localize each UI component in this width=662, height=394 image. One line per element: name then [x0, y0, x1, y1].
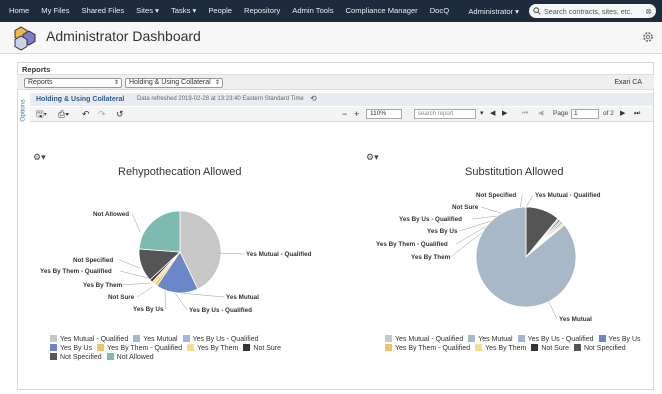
legend-label: Yes Mutual [143, 336, 178, 343]
pie-leader-line [218, 252, 245, 255]
pie-label-yes-by-us-qualified: Yes By Us - Qualified [189, 307, 252, 314]
pie-label-not-allowed: Not Allowed [93, 211, 129, 218]
legend-label: Not Allowed [116, 354, 154, 361]
legend-item-not-specified[interactable]: Not Specified [573, 344, 626, 353]
legend-label: Yes By Them - Qualified [395, 345, 471, 352]
legend-item-yes-by-them[interactable]: Yes By Them [187, 344, 238, 353]
pie-leader-line [525, 194, 534, 208]
pie-leader-line [174, 292, 188, 311]
legend-item-yes-by-them-qualified[interactable]: Yes By Them - Qualified [97, 344, 182, 353]
legend-item-yes-by-us-qualified[interactable]: Yes By Us - Qualified [182, 335, 259, 344]
legend-item-yes-by-them-qualified[interactable]: Yes By Them - Qualified [385, 344, 470, 353]
legend-item-yes-mutual[interactable]: Yes Mutual [468, 335, 513, 344]
legend-label: Not Sure [253, 345, 282, 352]
pie-label-not-specified: Not Specified [476, 192, 516, 199]
pie-label-yes-by-them-qualified: Yes By Them - Qualified [376, 241, 448, 248]
legend-item-not-sure[interactable]: Not Sure [531, 344, 569, 353]
legend-swatch [385, 344, 392, 351]
pie-label-yes-mutual-qualified: Yes Mutual - Qualified [535, 192, 601, 199]
legend-item-yes-mutual[interactable]: Yes Mutual [133, 335, 178, 344]
pie-label-yes-by-us: Yes By Us [427, 228, 458, 235]
pie-leader-line [547, 299, 558, 320]
pie-leader-line [481, 206, 505, 215]
pie-substitution-allowed: Not Specified Yes Mutual - Qualified Not S… [376, 192, 601, 323]
legend-label: Yes Mutual [478, 336, 513, 343]
pie-label-yes-mutual-qualified: Yes Mutual - Qualified [246, 251, 312, 258]
legend-label: Yes By Us - Qualified [527, 336, 594, 343]
legend-label: Yes By Us [60, 345, 93, 352]
pie-label-yes-mutual: Yes Mutual [559, 316, 592, 323]
pie-label-not-specified: Not Specified [73, 257, 113, 264]
pie-label-yes-mutual: Yes Mutual [226, 294, 259, 301]
legend-label: Not Sure [541, 345, 569, 352]
pie-label-not-sure: Not Sure [108, 294, 135, 301]
legend-substitution: Yes Mutual - Qualified Yes Mutual Yes By U… [385, 335, 650, 353]
legend-item-not-allowed[interactable]: Not Allowed [106, 353, 154, 362]
legend-swatch [187, 344, 195, 351]
legend-swatch [598, 335, 606, 342]
legend-swatch [531, 344, 539, 351]
pie-rehypothecation-allowed: Yes Mutual - Qualified Yes Mutual Yes By U… [40, 210, 312, 314]
legend-item-yes-by-them[interactable]: Yes By Them [475, 344, 526, 353]
pie-leader-line [179, 292, 225, 298]
legend-swatch [50, 353, 57, 360]
legend-rehypothecation: Yes Mutual - Qualified Yes Mutual Yes By U… [50, 335, 310, 362]
legend-label: Yes Mutual - Qualified [60, 336, 129, 343]
legend-item-yes-by-us[interactable]: Yes By Us [598, 335, 641, 344]
pie-label-not-sure: Not Sure [452, 204, 479, 211]
legend-swatch [97, 344, 105, 351]
legend-label: Not Specified [60, 354, 102, 361]
legend-item-not-sure[interactable]: Not Sure [243, 344, 281, 353]
legend-item-not-specified[interactable]: Not Specified [50, 353, 102, 362]
legend-swatch [50, 344, 57, 351]
legend-swatch [106, 353, 114, 360]
legend-swatch [133, 335, 141, 342]
pie-slice-not-allowed[interactable] [138, 210, 181, 253]
legend-label: Yes By Us [608, 336, 641, 343]
pie-label-yes-by-us: Yes By Us [133, 306, 164, 313]
pie-leader-line [119, 259, 141, 269]
legend-swatch [50, 335, 57, 342]
pie-label-yes-by-them: Yes By Them [83, 282, 123, 289]
legend-item-yes-mutual-qualified[interactable]: Yes Mutual - Qualified [385, 335, 463, 344]
legend-item-yes-by-us[interactable]: Yes By Us [50, 344, 92, 353]
pie-leader-line [164, 290, 166, 310]
legend-item-yes-by-us-qualified[interactable]: Yes By Us - Qualified [517, 335, 594, 344]
legend-item-yes-mutual-qualified[interactable]: Yes Mutual - Qualified [50, 335, 128, 344]
pie-label-yes-by-them: Yes By Them [411, 254, 451, 261]
pie-leader-line [132, 213, 141, 233]
legend-swatch [475, 344, 483, 351]
legend-label: Yes By Them - Qualified [107, 345, 183, 352]
legend-label: Yes By Them [197, 345, 239, 352]
legend-label: Yes By Us - Qualified [192, 336, 259, 343]
legend-swatch [468, 335, 476, 342]
pie-leader-line [122, 282, 151, 286]
legend-swatch [243, 344, 251, 351]
pie-leader-line [137, 286, 153, 298]
pie-label-yes-by-us-qualified: Yes By Us - Qualified [399, 216, 462, 223]
legend-label: Yes By Them [485, 345, 527, 352]
legend-label: Yes Mutual - Qualified [395, 336, 464, 343]
legend-swatch [385, 335, 392, 342]
legend-label: Not Specified [583, 345, 626, 352]
pie-label-yes-by-them-qualified: Yes By Them - Qualified [40, 268, 112, 275]
legend-swatch [517, 335, 525, 342]
legend-swatch [573, 344, 581, 351]
legend-swatch [182, 335, 190, 342]
